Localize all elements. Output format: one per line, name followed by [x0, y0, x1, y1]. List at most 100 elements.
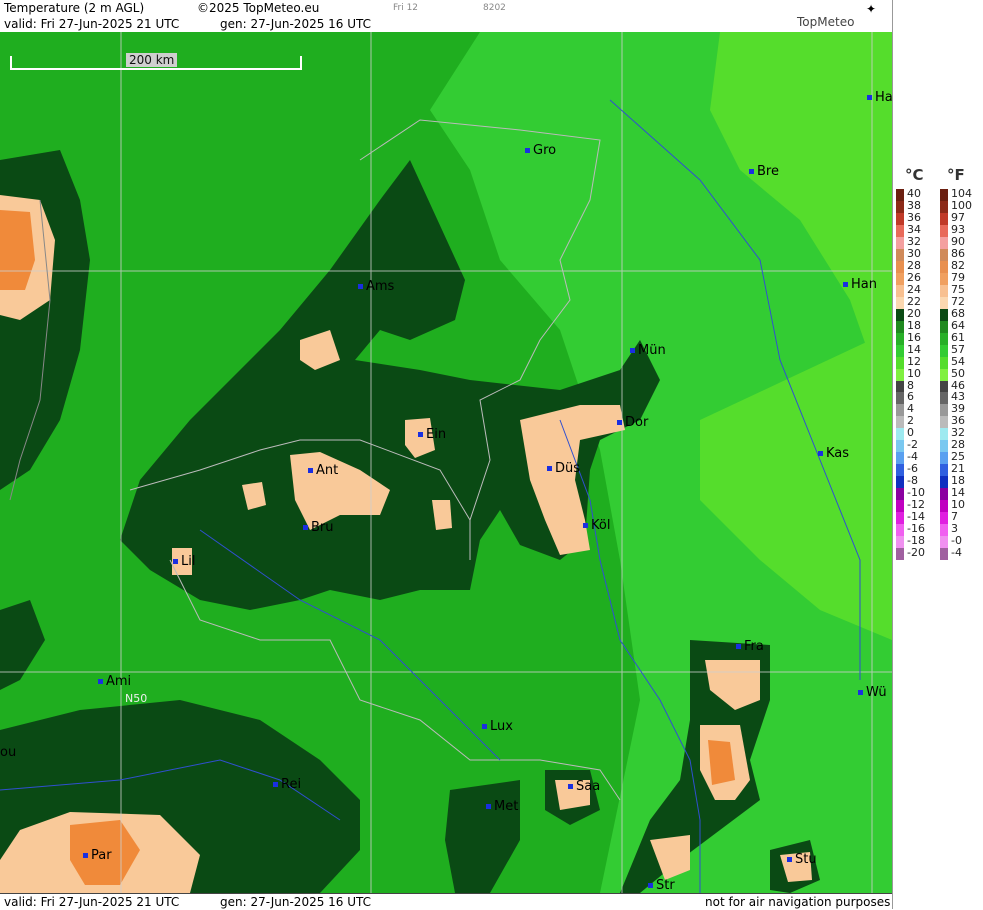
- city-marker-icon: [486, 804, 491, 809]
- city-marker-icon: [83, 853, 88, 858]
- city-bru[interactable]: Bru: [303, 521, 334, 535]
- legend-label-c: -10: [907, 486, 925, 500]
- city-ant[interactable]: Ant: [308, 464, 338, 478]
- legend-swatch-c: [896, 464, 904, 477]
- valid-time: valid: Fri 27-Jun-2025 21 UTC: [4, 17, 180, 31]
- city-saa[interactable]: Saa: [568, 780, 600, 794]
- legend-label-c: 24: [907, 282, 921, 296]
- city-dus[interactable]: Düs: [547, 462, 580, 476]
- city-bre[interactable]: Bre: [749, 165, 779, 179]
- city-marker-icon: [547, 466, 552, 471]
- legend-label-f: 18: [951, 474, 965, 488]
- legend-label-f: 7: [951, 510, 958, 524]
- city-rei[interactable]: Rei: [273, 778, 301, 792]
- city-gro[interactable]: Gro: [525, 144, 556, 158]
- city-marker-icon: [273, 782, 278, 787]
- city-ou[interactable]: ou: [0, 746, 16, 760]
- topmeteo-logo[interactable]: TopMeteo: [797, 15, 854, 29]
- legend-label-c: -14: [907, 510, 925, 524]
- legend-swatch-c: [896, 428, 904, 441]
- city-lil[interactable]: Lil: [173, 555, 195, 569]
- legend-swatch-f: [940, 260, 948, 273]
- city-lux[interactable]: Lux: [482, 720, 513, 734]
- legend-label-f: 3: [951, 522, 958, 536]
- map-header: Temperature (2 m AGL) ©2025 TopMeteo.eu …: [0, 0, 892, 33]
- legend-swatch-f: [940, 189, 948, 201]
- legend-label-f: 32: [951, 426, 965, 440]
- city-marker-icon: [525, 148, 530, 153]
- legend-label-c: 26: [907, 270, 921, 284]
- legend-swatch-f: [940, 548, 948, 561]
- legend-label-f: 46: [951, 378, 965, 392]
- legend-label-f: 75: [951, 282, 965, 296]
- city-wu[interactable]: Wü: [858, 686, 887, 700]
- city-marker-icon: [303, 525, 308, 530]
- legend-label-c: -18: [907, 534, 925, 548]
- legend-swatch-c: [896, 189, 904, 201]
- legend-label-c: 28: [907, 258, 921, 272]
- city-marker-icon: [867, 95, 872, 100]
- legend-swatch-f: [940, 392, 948, 405]
- footer-gen: gen: 27-Jun-2025 16 UTC: [220, 895, 372, 909]
- city-kas[interactable]: Kas: [818, 447, 849, 461]
- legend-label-c: 16: [907, 330, 921, 344]
- city-kol[interactable]: Köl: [583, 519, 610, 533]
- legend-swatch-c: [896, 212, 904, 225]
- city-par[interactable]: Par: [83, 849, 112, 863]
- city-han[interactable]: Han: [843, 278, 877, 292]
- city-marker-icon: [583, 523, 588, 528]
- compass-icon: ✦: [866, 2, 877, 16]
- temperature-map[interactable]: 200 km N50 Gro Bre Ha Ams Han Mün Ein Do…: [0, 32, 892, 893]
- legend-label-c: -12: [907, 498, 925, 512]
- legend-swatch-f: [940, 404, 948, 417]
- legend-label-f: 64: [951, 318, 965, 332]
- city-ami[interactable]: Ami: [98, 675, 131, 689]
- city-ha[interactable]: Ha: [867, 91, 892, 105]
- city-marker-icon: [418, 432, 423, 437]
- legend-label-c: 8: [907, 378, 914, 392]
- title: Temperature (2 m AGL): [4, 1, 145, 15]
- city-ams[interactable]: Ams: [358, 280, 394, 294]
- city-mun[interactable]: Mün: [630, 344, 666, 358]
- legend-swatch-f: [940, 200, 948, 213]
- code-label: 8202: [483, 3, 506, 13]
- legend-label-f: 79: [951, 270, 965, 284]
- legend-swatch-c: [896, 380, 904, 393]
- legend-label-c: -4: [907, 450, 918, 464]
- legend-label-c: -8: [907, 474, 918, 488]
- city-dor[interactable]: Dor: [617, 416, 648, 430]
- legend-swatch-c: [896, 512, 904, 525]
- city-marker-icon: [648, 883, 653, 888]
- legend-label-f: 21: [951, 462, 965, 476]
- legend-swatch-f: [940, 488, 948, 501]
- legend-swatch-c: [896, 356, 904, 369]
- city-str[interactable]: Str: [648, 879, 675, 893]
- legend-label-f: 39: [951, 402, 965, 416]
- legend-swatch-c: [896, 284, 904, 297]
- legend-swatch-f: [940, 224, 948, 237]
- legend-label-f: 36: [951, 414, 965, 428]
- city-met[interactable]: Met: [486, 800, 518, 814]
- legend-swatch-c: [896, 524, 904, 537]
- legend-swatch-f: [940, 308, 948, 321]
- city-stu[interactable]: Stu: [787, 853, 817, 867]
- legend-swatch-c: [896, 224, 904, 237]
- gen-time: gen: 27-Jun-2025 16 UTC: [220, 17, 372, 31]
- legend-swatch-f: [940, 416, 948, 429]
- legend-label-f: 57: [951, 342, 965, 356]
- legend-swatch-f: [940, 272, 948, 285]
- legend-label-c: 30: [907, 246, 921, 260]
- temperature-legend: °C °F 40 38 36 34 32 30 28 26 24 22 20 18 16 14 12 10 8 6…: [892, 0, 983, 909]
- city-marker-icon: [843, 282, 848, 287]
- legend-swatch-f: [940, 320, 948, 333]
- city-fra[interactable]: Fra: [736, 640, 764, 654]
- legend-label-f: 54: [951, 354, 965, 368]
- city-ein[interactable]: Ein: [418, 428, 446, 442]
- legend-label-f: 61: [951, 330, 965, 344]
- city-marker-icon: [173, 559, 178, 564]
- legend-swatch-f: [940, 212, 948, 225]
- legend-label-c: 32: [907, 234, 921, 248]
- unit-fahrenheit: °F: [947, 166, 965, 184]
- legend-swatch-c: [896, 392, 904, 405]
- legend-swatch-f: [940, 284, 948, 297]
